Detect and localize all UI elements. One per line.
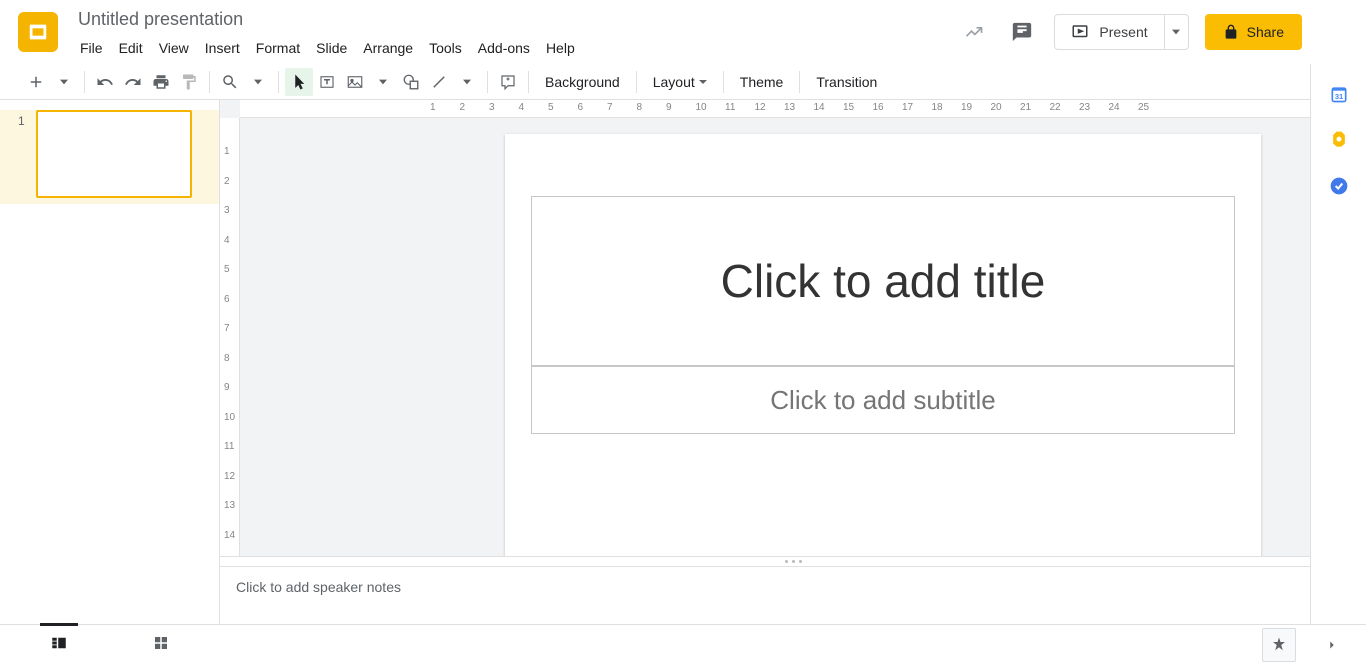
undo-button[interactable]	[91, 68, 119, 96]
menu-bar: File Edit View Insert Format Slide Arran…	[72, 36, 958, 60]
slide-thumbnail-panel: 1	[0, 100, 220, 624]
present-button[interactable]: Present	[1054, 14, 1164, 50]
activity-icon[interactable]	[958, 16, 990, 48]
menu-insert[interactable]: Insert	[197, 36, 248, 60]
line-tool[interactable]	[425, 68, 453, 96]
notes-resizer[interactable]	[220, 556, 1366, 566]
menu-help[interactable]: Help	[538, 36, 583, 60]
menu-view[interactable]: View	[151, 36, 197, 60]
tasks-icon[interactable]	[1329, 176, 1349, 196]
grid-view-button[interactable]	[146, 624, 176, 667]
vertical-ruler: 1234567891011121314	[220, 118, 240, 556]
share-label: Share	[1247, 24, 1284, 40]
select-tool[interactable]	[285, 68, 313, 96]
subtitle-placeholder[interactable]: Click to add subtitle	[531, 366, 1235, 434]
zoom-button[interactable]	[216, 68, 244, 96]
expand-sidepanel-icon[interactable]	[1316, 629, 1348, 661]
present-label: Present	[1099, 24, 1147, 40]
toolbar: Background Layout Theme Transition	[0, 64, 1366, 100]
comments-icon[interactable]	[1006, 16, 1038, 48]
zoom-dropdown[interactable]	[244, 68, 272, 96]
menu-file[interactable]: File	[72, 36, 111, 60]
present-dropdown[interactable]	[1165, 14, 1189, 50]
menu-format[interactable]: Format	[248, 36, 308, 60]
side-panel: 31	[1310, 64, 1366, 624]
menu-edit[interactable]: Edit	[111, 36, 151, 60]
comment-button[interactable]	[494, 68, 522, 96]
speaker-notes[interactable]: Click to add speaker notes	[220, 566, 1366, 624]
svg-text:31: 31	[1334, 92, 1342, 101]
filmstrip-view-button[interactable]	[44, 624, 74, 667]
image-tool[interactable]	[341, 68, 369, 96]
menu-arrange[interactable]: Arrange	[355, 36, 421, 60]
redo-button[interactable]	[119, 68, 147, 96]
title-placeholder[interactable]: Click to add title	[531, 196, 1235, 366]
menu-addons[interactable]: Add-ons	[470, 36, 538, 60]
document-title[interactable]: Untitled presentation	[78, 8, 958, 30]
keep-icon[interactable]	[1329, 130, 1349, 150]
share-button[interactable]: Share	[1205, 14, 1302, 50]
slide-canvas[interactable]: Click to add title Click to add subtitle	[240, 118, 1366, 556]
print-button[interactable]	[147, 68, 175, 96]
shape-tool[interactable]	[397, 68, 425, 96]
explore-button[interactable]	[1262, 628, 1296, 662]
transition-button[interactable]: Transition	[806, 68, 887, 96]
menu-slide[interactable]: Slide	[308, 36, 355, 60]
new-slide-button[interactable]	[22, 68, 50, 96]
textbox-tool[interactable]	[313, 68, 341, 96]
layout-button[interactable]: Layout	[643, 68, 717, 96]
menu-tools[interactable]: Tools	[421, 36, 470, 60]
slide-thumbnail[interactable]: 1	[0, 110, 219, 204]
background-button[interactable]: Background	[535, 68, 630, 96]
app-logo[interactable]	[18, 12, 58, 52]
new-slide-dropdown[interactable]	[50, 68, 78, 96]
line-dropdown[interactable]	[453, 68, 481, 96]
theme-button[interactable]: Theme	[730, 68, 794, 96]
horizontal-ruler: 1234567891011121314151617181920212223242…	[240, 100, 1366, 118]
paint-format-button[interactable]	[175, 68, 203, 96]
slide[interactable]: Click to add title Click to add subtitle	[505, 134, 1261, 556]
calendar-icon[interactable]: 31	[1329, 84, 1349, 104]
image-dropdown[interactable]	[369, 68, 397, 96]
slide-number: 1	[18, 110, 28, 198]
thumbnail-preview[interactable]	[36, 110, 192, 198]
